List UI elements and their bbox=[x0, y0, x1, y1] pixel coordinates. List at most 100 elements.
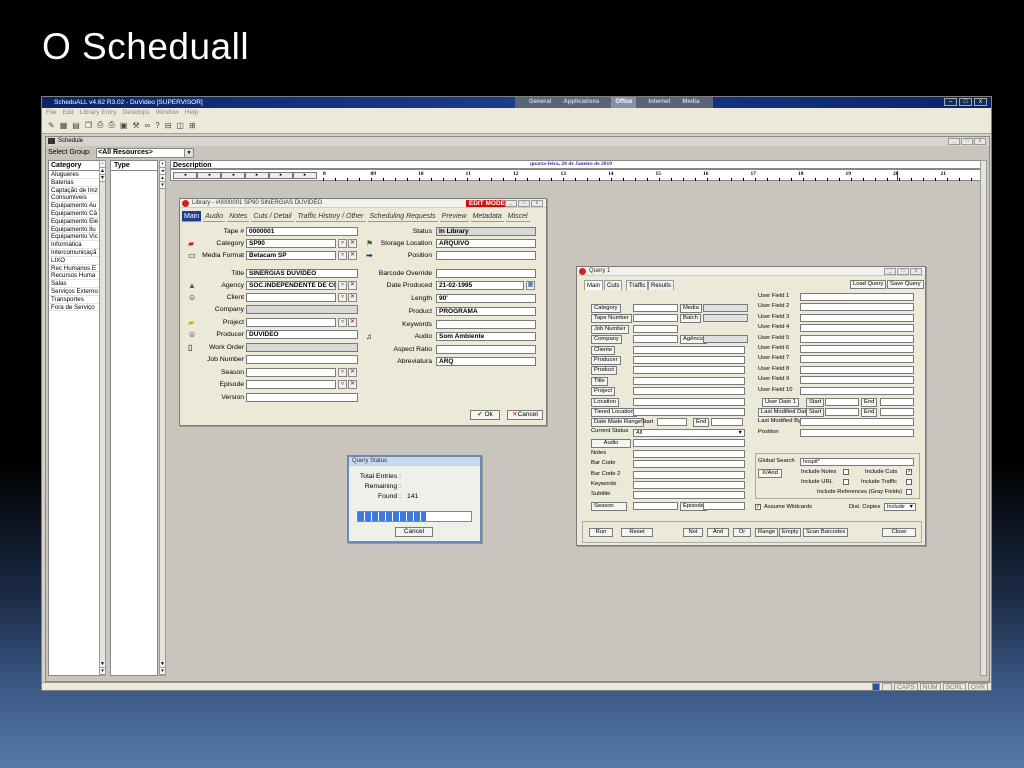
tab-preview[interactable]: Preview bbox=[439, 211, 469, 222]
include-cuts-checkbox[interactable]: ✓ bbox=[906, 469, 912, 475]
tab-notes[interactable]: Notes bbox=[227, 211, 250, 222]
query-field-button[interactable]: Tiered Location bbox=[591, 408, 637, 417]
maximize-icon[interactable]: □ bbox=[961, 138, 973, 145]
minimize-icon[interactable]: _ bbox=[884, 268, 896, 275]
nav-forward-button[interactable]: ▸ bbox=[245, 172, 269, 179]
menu-window[interactable]: Window bbox=[156, 108, 179, 117]
barcode-override-field[interactable] bbox=[436, 269, 536, 278]
query-field-input[interactable] bbox=[633, 366, 745, 375]
menu-library-entry[interactable]: Library Entry bbox=[80, 108, 117, 117]
query-tab-cuts[interactable]: Cuts bbox=[604, 280, 623, 290]
current-status-dropdown[interactable]: All ▼ bbox=[633, 429, 745, 437]
chevron-down-icon[interactable]: ▼ bbox=[738, 430, 743, 436]
lookup-icon[interactable]: ▿ bbox=[338, 293, 347, 302]
layout-icon[interactable]: ⊟ bbox=[165, 121, 172, 130]
close-icon[interactable]: x bbox=[974, 98, 987, 106]
include-traffic-checkbox[interactable] bbox=[906, 479, 912, 485]
lookup-icon[interactable]: ▿ bbox=[338, 281, 347, 290]
menu-edit[interactable]: Edit bbox=[62, 108, 73, 117]
category-item[interactable]: Informática bbox=[49, 241, 105, 249]
clear-icon[interactable]: ✕ bbox=[348, 293, 357, 302]
category-item[interactable]: Recursos Huma bbox=[49, 272, 105, 281]
menu-file[interactable]: File bbox=[46, 108, 56, 117]
tab-miscel[interactable]: Miscel bbox=[505, 211, 530, 222]
query-field-input[interactable] bbox=[633, 314, 678, 323]
nav-prev-button[interactable]: ◂ bbox=[197, 172, 221, 179]
keywords-field[interactable] bbox=[436, 320, 536, 329]
status-field[interactable]: In Library bbox=[436, 227, 536, 236]
tab-traffic-history[interactable]: Traffic History / Other bbox=[295, 211, 366, 222]
version-field[interactable] bbox=[246, 393, 358, 402]
user-field-input[interactable] bbox=[800, 334, 914, 343]
category-item[interactable]: Equipamento Ele bbox=[49, 218, 105, 226]
query-field-button[interactable]: Job Number bbox=[591, 324, 629, 334]
subtitle-field[interactable] bbox=[633, 491, 745, 499]
category-item[interactable]: Rec Humanos E bbox=[49, 265, 105, 273]
printer-icon[interactable]: ⎙ bbox=[108, 120, 114, 130]
audio-field[interactable] bbox=[633, 439, 745, 447]
andor-button[interactable]: X/And bbox=[758, 469, 782, 478]
maximize-icon[interactable]: □ bbox=[897, 268, 909, 275]
date-end-field[interactable] bbox=[711, 418, 743, 426]
last-modified-by-field[interactable] bbox=[800, 418, 914, 426]
query-field-button[interactable]: Category bbox=[591, 304, 621, 313]
query-field-button[interactable]: Tape Number bbox=[591, 314, 632, 324]
maximize-icon[interactable]: □ bbox=[518, 200, 530, 207]
not-button[interactable]: Not bbox=[683, 528, 703, 537]
last-modified-date-button[interactable]: Last Modified Date bbox=[758, 408, 813, 417]
query-field-input[interactable] bbox=[633, 324, 678, 333]
category-item[interactable]: Equipamento Vic bbox=[49, 233, 105, 242]
tab-main[interactable]: Main bbox=[182, 211, 202, 222]
select-group-dropdown[interactable]: <All Resources> ▼ bbox=[96, 148, 194, 158]
grid-icon[interactable]: ▦ bbox=[60, 121, 68, 130]
user-date-end-field[interactable] bbox=[880, 398, 914, 406]
global-search-field[interactable]: hospit* bbox=[800, 458, 914, 466]
assume-wildcards-checkbox[interactable]: ✓ bbox=[755, 504, 761, 510]
user-date-button[interactable]: User Date 1 bbox=[762, 398, 799, 407]
tab-audio[interactable]: Audio bbox=[203, 211, 226, 222]
storage-location-field[interactable]: ARQUIVO bbox=[436, 239, 536, 248]
menu-help[interactable]: Help bbox=[185, 108, 198, 117]
company-field[interactable] bbox=[246, 305, 358, 314]
tab-office[interactable]: Office bbox=[611, 97, 637, 108]
query-field-input[interactable] bbox=[633, 387, 745, 396]
last-mod-end-button[interactable]: End bbox=[861, 408, 878, 417]
user-field-input[interactable] bbox=[800, 386, 914, 395]
user-field-input[interactable] bbox=[800, 355, 914, 364]
chevron-down-icon[interactable]: ▼ bbox=[909, 504, 914, 510]
help-icon[interactable]: ? bbox=[155, 121, 159, 130]
tab-cuts-detail[interactable]: Cuts / Detail bbox=[251, 211, 294, 222]
title-field[interactable]: SINERGIAS DUVIDEO bbox=[246, 269, 358, 278]
tab-general[interactable]: General bbox=[529, 97, 551, 108]
query-field-button[interactable]: Producer bbox=[591, 356, 621, 365]
user-field-input[interactable] bbox=[800, 313, 914, 322]
columns-icon[interactable]: ◫ bbox=[176, 121, 184, 130]
tab-metadata[interactable]: Metadata bbox=[470, 211, 504, 222]
season-field[interactable] bbox=[246, 368, 336, 377]
category-item[interactable]: Fora de Serviço bbox=[49, 304, 105, 312]
work-order-field[interactable] bbox=[246, 343, 358, 352]
doc-icon[interactable]: ▣ bbox=[120, 121, 128, 130]
audio-button[interactable]: Audio bbox=[591, 439, 631, 448]
tool-icon[interactable]: ⚒ bbox=[132, 121, 139, 130]
barcode2-field[interactable] bbox=[633, 471, 745, 479]
date-made-range-button[interactable]: Date Made Range bbox=[591, 418, 645, 427]
tab-internet[interactable]: Internet bbox=[648, 97, 670, 108]
product-field[interactable]: PROGRAMA bbox=[436, 307, 536, 316]
query-field-input[interactable] bbox=[633, 376, 745, 385]
user-field-input[interactable] bbox=[800, 345, 914, 353]
category-item[interactable]: LIXO bbox=[49, 257, 105, 265]
run-button[interactable]: Run bbox=[589, 528, 613, 537]
category-item[interactable]: Intercomunicaçã bbox=[49, 249, 105, 257]
category-item[interactable]: Equipamento Au bbox=[49, 202, 105, 210]
tape-field[interactable]: 0000001 bbox=[246, 227, 358, 236]
user-field-input[interactable] bbox=[800, 293, 914, 301]
user-date-start-field[interactable] bbox=[825, 398, 859, 406]
save-query-button[interactable]: Save Query bbox=[887, 280, 924, 289]
tab-scheduling-requests[interactable]: Scheduling Requests bbox=[367, 211, 438, 222]
query-tab-results[interactable]: Results bbox=[648, 280, 675, 290]
scan-barcodes-button[interactable]: Scan Barcodes bbox=[803, 528, 849, 537]
project-field[interactable] bbox=[246, 318, 336, 327]
ok-button[interactable]: ✔ Ok bbox=[470, 410, 500, 420]
position-field[interactable] bbox=[436, 251, 536, 260]
